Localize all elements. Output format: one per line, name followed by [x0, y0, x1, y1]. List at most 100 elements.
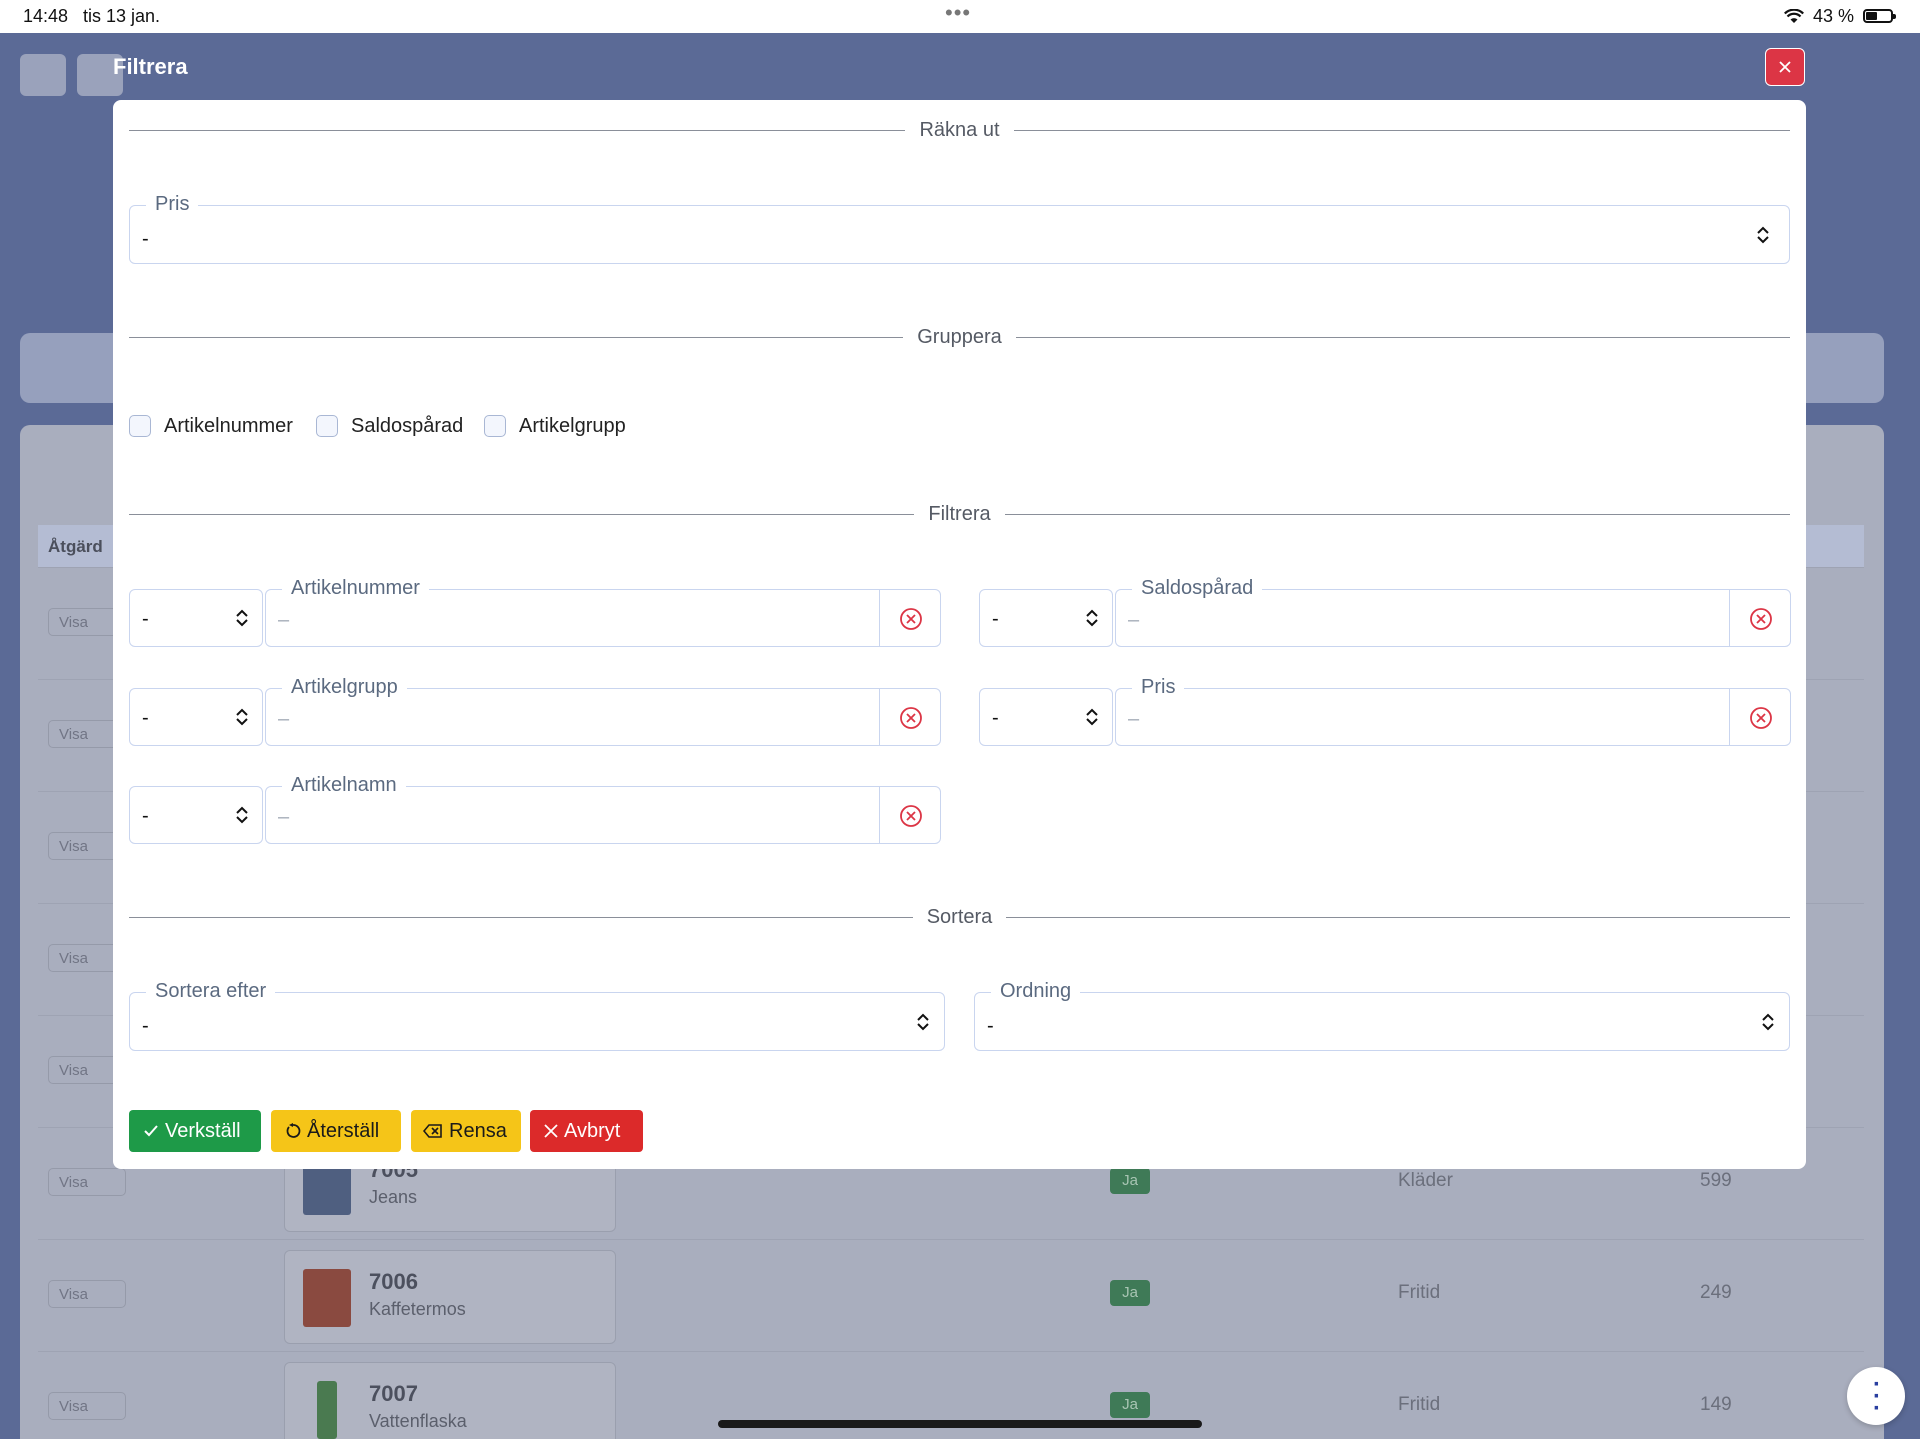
calculate-price-label: Pris	[146, 193, 199, 216]
section-sort: Sortera	[129, 906, 1790, 930]
modal-close-button[interactable]	[1765, 48, 1805, 86]
section-calculate-title: Räkna ut	[905, 119, 1014, 141]
clear-button[interactable]: Rensa	[411, 1110, 521, 1152]
chevron-up-down-icon	[236, 609, 248, 627]
chevron-up-down-icon	[236, 806, 248, 824]
filter-operator-stock-tracked[interactable]: -	[979, 589, 1113, 647]
chevron-up-down-icon	[236, 708, 248, 726]
article-number: 7006	[369, 1269, 418, 1294]
filter-placeholder: –	[1128, 609, 1140, 631]
operator-value: -	[142, 805, 149, 827]
filter-operator-article-number[interactable]: -	[129, 589, 263, 647]
multitasking-dots-icon[interactable]: •••	[945, 0, 971, 26]
filter-clear-price[interactable]	[1729, 688, 1791, 746]
battery-icon	[1863, 9, 1896, 23]
filter-input-article-name[interactable]: Artikelnamn –	[265, 774, 883, 844]
home-indicator[interactable]	[718, 1420, 1202, 1428]
close-icon	[1779, 61, 1791, 73]
article-card: 7006 Kaffetermos	[284, 1250, 616, 1344]
operator-value: -	[992, 707, 999, 729]
clear-circle-icon	[900, 608, 922, 630]
article-card: 7007 Vattenflaska	[284, 1362, 616, 1439]
cancel-button[interactable]: Avbryt	[530, 1110, 643, 1152]
table-header-action: Åtgärd	[48, 537, 103, 556]
table-row: Visa 7006 Kaffetermos Ja Fritid 249	[38, 1239, 1864, 1350]
clear-circle-icon	[1750, 608, 1772, 630]
sort-by-label: Sortera efter	[146, 980, 276, 1003]
battery-percentage: 43 %	[1813, 6, 1855, 26]
chevron-up-down-icon	[1762, 1013, 1774, 1031]
sort-by-value: -	[142, 1015, 149, 1037]
filter-input-article-number[interactable]: Artikelnummer –	[265, 577, 883, 647]
section-group: Gruppera	[129, 326, 1790, 350]
operator-value: -	[142, 608, 149, 630]
filter-clear-article-group[interactable]	[879, 688, 941, 746]
section-calculate: Räkna ut	[129, 119, 1790, 143]
clear-circle-icon	[1750, 707, 1772, 729]
filter-label: Pris	[1132, 676, 1185, 699]
status-date: tis 13 jan.	[83, 6, 161, 26]
filter-clear-article-name[interactable]	[879, 786, 941, 844]
close-icon	[544, 1124, 558, 1138]
view-button: Visa	[48, 1392, 126, 1420]
tracked-badge: Ja	[1110, 1392, 1150, 1418]
filter-label: Artikelgrupp	[282, 676, 407, 699]
checkbox[interactable]	[316, 415, 338, 437]
filter-placeholder: –	[1128, 708, 1140, 730]
reset-label: Återställ	[307, 1119, 380, 1142]
status-bar: 14:48 tis 13 jan. ••• 43 %	[0, 0, 1920, 33]
view-button: Visa	[48, 1280, 126, 1308]
article-name: Jeans	[369, 1187, 418, 1207]
section-filter: Filtrera	[129, 503, 1790, 527]
reset-icon	[286, 1123, 301, 1138]
filter-placeholder: –	[278, 609, 290, 631]
chevron-up-down-icon	[1086, 708, 1098, 726]
checkbox-label: Artikelnummer	[164, 415, 293, 437]
section-sort-title: Sortera	[912, 906, 1007, 928]
filter-operator-article-group[interactable]: -	[129, 688, 263, 746]
backspace-icon	[423, 1124, 442, 1138]
article-price: 249	[1700, 1282, 1732, 1303]
filter-clear-stock-tracked[interactable]	[1729, 589, 1791, 647]
apply-button[interactable]: Verkställ	[129, 1110, 261, 1152]
filter-clear-article-number[interactable]	[879, 589, 941, 647]
filter-placeholder: –	[278, 806, 290, 828]
article-price: 149	[1700, 1394, 1732, 1415]
cancel-label: Avbryt	[564, 1119, 621, 1142]
order-select[interactable]: Ordning -	[974, 980, 1790, 1051]
filter-input-price[interactable]: Pris –	[1115, 676, 1733, 746]
article-name: Kaffetermos	[369, 1299, 466, 1319]
order-value: -	[987, 1015, 994, 1037]
calculate-price-value: -	[142, 228, 149, 250]
menu-button	[20, 54, 66, 96]
checkbox[interactable]	[484, 415, 506, 437]
article-image	[317, 1381, 337, 1439]
sort-by-select[interactable]: Sortera efter -	[129, 980, 945, 1051]
clear-label: Rensa	[449, 1119, 507, 1142]
wifi-icon	[1784, 8, 1804, 29]
section-group-title: Gruppera	[903, 326, 1016, 348]
checkbox[interactable]	[129, 415, 151, 437]
operator-value: -	[142, 707, 149, 729]
reset-button[interactable]: Återställ	[271, 1110, 401, 1152]
article-group: Fritid	[1398, 1394, 1441, 1415]
article-price: 599	[1700, 1170, 1732, 1191]
calculate-price-select[interactable]: Pris -	[129, 193, 1790, 264]
more-options-button[interactable]: · · ·	[1847, 1367, 1905, 1425]
article-number: 7007	[369, 1381, 418, 1406]
filter-operator-price[interactable]: -	[979, 688, 1113, 746]
tracked-badge: Ja	[1110, 1280, 1150, 1306]
check-icon	[144, 1125, 158, 1137]
status-time: 14:48	[23, 6, 69, 26]
clear-circle-icon	[900, 805, 922, 827]
article-group: Fritid	[1398, 1282, 1441, 1303]
article-name: Vattenflaska	[369, 1411, 467, 1431]
filter-input-article-group[interactable]: Artikelgrupp –	[265, 676, 883, 746]
filter-operator-article-name[interactable]: -	[129, 786, 263, 844]
filter-label: Artikelnamn	[282, 774, 406, 797]
chevron-up-down-icon	[917, 1013, 929, 1031]
apply-label: Verkställ	[165, 1119, 241, 1142]
view-button: Visa	[48, 1168, 126, 1196]
filter-input-stock-tracked[interactable]: Saldospårad –	[1115, 577, 1733, 647]
tracked-badge: Ja	[1110, 1168, 1150, 1194]
